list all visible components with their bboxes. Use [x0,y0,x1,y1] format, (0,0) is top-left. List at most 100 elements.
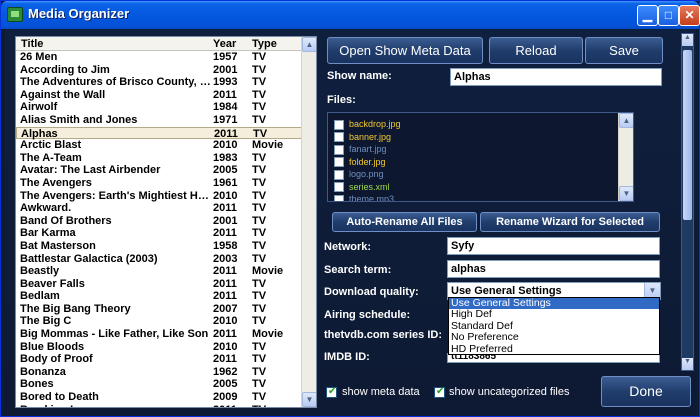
show-name-label: Show name: [327,70,392,82]
download-quality-dropdown[interactable]: Use General Settings High Def Standard Def… [448,297,660,355]
file-checkbox[interactable] [334,182,344,193]
cell-type: TV [252,151,267,164]
open-meta-button[interactable]: Open Show Meta Data [327,37,483,64]
file-checkbox[interactable] [334,194,344,201]
cell-type: TV [252,239,267,252]
cell-year: 1983 [213,151,238,164]
table-row[interactable]: Bedlam 2011 TV [16,290,302,303]
table-row[interactable]: Airwolf 1984 TV [16,101,302,114]
table-row[interactable]: Alphas 2011 TV [16,126,302,140]
scroll-up-icon[interactable]: ▲ [302,37,316,52]
file-item[interactable]: folder.jpg [334,156,386,168]
quality-option[interactable]: HD Preferred [449,343,659,355]
cell-type: TV [252,63,267,76]
table-row[interactable]: Bat Masterson 1958 TV [16,240,302,253]
list-scrollbar[interactable]: ▲ ▼ [301,37,316,407]
table-row[interactable]: Bonanza 1962 TV [16,366,302,379]
show-name-input[interactable]: Alphas [450,68,662,86]
table-row[interactable]: Alias Smith and Jones 1971 TV [16,114,302,127]
rename-wizard-button[interactable]: Rename Wizard for Selected [480,212,660,232]
show-list[interactable]: Title Year Type 26 Men 1957 TV According to… [15,36,317,408]
quality-option[interactable]: No Preference [449,331,659,343]
table-row[interactable]: Body of Proof 2011 TV [16,353,302,366]
file-checkbox[interactable] [334,119,344,130]
table-row[interactable]: According to Jim 2001 TV [16,64,302,77]
list-rows: 26 Men 1957 TV According to Jim 2001 TV The Ad… [16,51,302,407]
maximize-button[interactable]: □ [658,5,679,26]
window-title: Media Organizer [28,6,130,21]
cell-type: TV [252,227,267,240]
cell-type: TV [252,391,267,404]
scroll-down-icon[interactable]: ▼ [682,358,693,370]
column-header-title[interactable]: Title [21,38,43,50]
cell-title: Against the Wall [20,88,106,101]
file-checkbox[interactable] [334,132,344,143]
cell-year: 1961 [213,176,238,189]
cell-type: TV [252,88,267,101]
auto-rename-button[interactable]: Auto-Rename All Files [332,212,477,232]
cell-type: TV [252,302,267,315]
file-checkbox[interactable] [334,144,344,155]
table-row[interactable]: The Avengers: Earth's Mightiest Her... 20… [16,190,302,203]
table-row[interactable]: The Avengers 1961 TV [16,177,302,190]
files-scrollbar[interactable]: ▲ ▼ [618,113,633,201]
table-row[interactable]: The Big C 2010 TV [16,315,302,328]
save-button[interactable]: Save [585,37,663,64]
panel-scrollbar[interactable]: ▲ ▼ [681,33,694,371]
download-quality-label: Download quality: [324,286,419,298]
table-row[interactable]: Beaver Falls 2011 TV [16,278,302,291]
cell-title: Blue Bloods [20,340,85,353]
minimize-button[interactable]: ▁ [637,5,658,26]
network-input[interactable]: Syfy [447,237,660,255]
file-checkbox[interactable] [334,169,344,180]
table-row[interactable]: Awkward. 2011 TV [16,202,302,215]
search-term-input[interactable]: alphas [447,260,660,278]
table-row[interactable]: Arctic Blast 2010 Movie [16,139,302,152]
reload-button[interactable]: Reload [489,37,583,64]
file-item[interactable]: backdrop.jpg [334,118,401,130]
download-quality-value: Use General Settings [451,285,562,297]
column-header-type[interactable]: Type [252,38,277,50]
title-bar[interactable]: Media Organizer ▁ □ ✕ [1,1,700,29]
imdb-id-label: IMDB ID: [324,351,370,363]
table-row[interactable]: The Adventures of Brisco County, Jr. 1993… [16,76,302,89]
table-row[interactable]: Bones 2005 TV [16,378,302,391]
file-checkbox[interactable] [334,157,344,168]
scroll-up-icon[interactable]: ▲ [619,113,633,128]
table-row[interactable]: Band Of Brothers 2001 TV [16,215,302,228]
cell-title: Body of Proof [20,353,93,366]
cell-title: Battlestar Galactica (2003) [20,252,158,265]
table-row[interactable]: Avatar: The Last Airbender 2005 TV [16,164,302,177]
file-item[interactable]: series.xml [334,181,390,193]
scroll-down-icon[interactable]: ▼ [619,186,633,201]
table-row[interactable]: Battlestar Galactica (2003) 2003 TV [16,253,302,266]
column-header-year[interactable]: Year [213,38,236,50]
close-button[interactable]: ✕ [679,5,700,26]
main-window: Media Organizer ▁ □ ✕ Title Year Type 26… [0,0,700,417]
file-item[interactable]: logo.png [334,168,384,180]
files-list[interactable]: backdrop.jpg banner.jpg fanart.jpg folder.j… [327,112,634,202]
cell-year: 1958 [213,239,238,252]
scroll-down-icon[interactable]: ▼ [302,392,316,407]
table-row[interactable]: Bored to Death 2009 TV [16,391,302,404]
file-item[interactable]: banner.jpg [334,131,391,143]
table-row[interactable]: Bar Karma 2011 TV [16,227,302,240]
table-row[interactable]: Against the Wall 2011 TV [16,89,302,102]
table-row[interactable]: The A-Team 1983 TV [16,152,302,165]
table-row[interactable]: Beastly 2011 Movie [16,265,302,278]
done-button[interactable]: Done [601,376,691,407]
table-row[interactable]: Big Mommas - Like Father, Like Son 2011 Mo… [16,328,302,341]
file-item[interactable]: fanart.jpg [334,143,387,155]
table-row[interactable]: Breaking In2011 TV [16,404,302,407]
show-meta-checkbox[interactable] [326,386,337,398]
cell-year: 2010 [213,340,238,353]
scroll-thumb[interactable] [683,50,692,220]
table-row[interactable]: 26 Men 1957 TV [16,51,302,64]
file-item[interactable]: theme.mp3 [334,193,394,201]
cell-title: 26 Men [20,51,58,63]
show-uncategorized-checkbox[interactable] [434,386,445,398]
table-row[interactable]: The Big Bang Theory 2007 TV [16,303,302,316]
table-row[interactable]: Blue Bloods 2010 TV [16,341,302,354]
app-icon [7,7,23,22]
scroll-up-icon[interactable]: ▲ [682,34,693,46]
